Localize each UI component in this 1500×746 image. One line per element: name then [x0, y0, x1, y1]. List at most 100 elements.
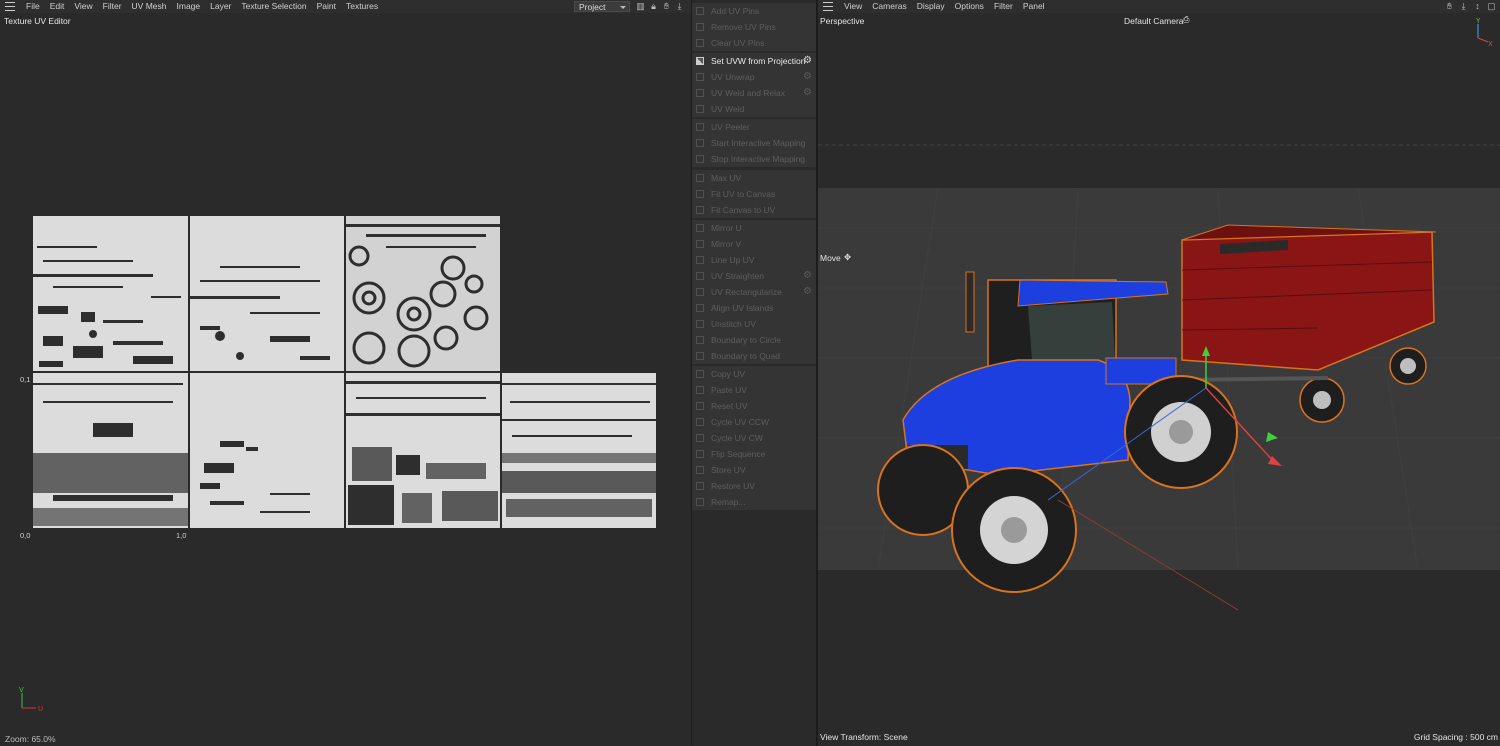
menu-paint[interactable]: Paint: [312, 0, 341, 13]
menu-display[interactable]: Display: [912, 0, 950, 13]
uv-menu-items: File Edit View Filter UV Mesh Image Layer Textu…: [21, 0, 383, 13]
command-group: UV Peeler Start Interactive Mapping Stop I…: [692, 119, 816, 167]
command-label: Paste UV: [711, 385, 747, 395]
command-align-uv-islands[interactable]: Align UV Islands: [692, 300, 816, 316]
command-uv-rectangularize[interactable]: UV Rectangularize ⚙: [692, 284, 816, 300]
gear-icon[interactable]: ⚙: [803, 287, 813, 297]
command-cycle-uv-ccw[interactable]: Cycle UV CCW: [692, 414, 816, 430]
command-icon: [696, 434, 704, 442]
command-uv-unwrap[interactable]: UV Unwrap ⚙: [692, 69, 816, 85]
menu-view[interactable]: View: [69, 0, 97, 13]
command-flip-sequence[interactable]: Flip Sequence: [692, 446, 816, 462]
command-unstitch-uv[interactable]: Unstitch UV: [692, 316, 816, 332]
uv-islands: [346, 224, 500, 368]
command-remap[interactable]: Remap...: [692, 494, 816, 510]
command-reset-uv[interactable]: Reset UV: [692, 398, 816, 414]
command-uv-weld[interactable]: UV Weld: [692, 101, 816, 117]
command-icon: [696, 39, 704, 47]
command-uv-straighten[interactable]: UV Straighten ⚙: [692, 268, 816, 284]
command-label: Mirror U: [711, 223, 742, 233]
command-remove-uv-pins[interactable]: Remove UV Pins: [692, 19, 816, 35]
command-store-uv[interactable]: Store UV: [692, 462, 816, 478]
command-uv-weld-and-relax[interactable]: UV Weld and Relax ⚙: [692, 85, 816, 101]
command-group: Add UV Pins Remove UV Pins Clear UV Pins: [692, 3, 816, 51]
camera-label[interactable]: Default Camera: [1124, 16, 1184, 26]
lock-icon[interactable]: 🔒︎: [649, 1, 658, 11]
command-start-interactive-mapping[interactable]: Start Interactive Mapping: [692, 135, 816, 151]
uv-islands: [502, 383, 656, 517]
uv-tile: [33, 216, 188, 371]
menu-uv-mesh[interactable]: UV Mesh: [127, 0, 172, 13]
app-window: File Edit View Filter UV Mesh Image Layer Textu…: [0, 0, 1500, 746]
command-icon: [696, 57, 704, 65]
camera-icon[interactable]: ⎙: [1183, 15, 1189, 25]
command-group: Copy UV Paste UV Reset UV Cycle UV CCW Cycle…: [692, 366, 816, 510]
command-icon: [696, 123, 704, 131]
command-fit-uv-to-canvas[interactable]: Fit UV to Canvas: [692, 186, 816, 202]
chart-icon[interactable]: ▥: [636, 1, 645, 11]
command-clear-uv-pins[interactable]: Clear UV Pins: [692, 35, 816, 51]
command-copy-uv[interactable]: Copy UV: [692, 366, 816, 382]
project-select[interactable]: Project: [574, 1, 630, 12]
command-icon: [696, 206, 704, 214]
command-mirror-u[interactable]: Mirror U: [692, 220, 816, 236]
command-icon: [696, 272, 704, 280]
gear-icon[interactable]: ⚙: [803, 56, 813, 66]
command-icon: [696, 139, 704, 147]
command-line-up-uv[interactable]: Line Up UV: [692, 252, 816, 268]
move-view-icon[interactable]: ⤓: [1459, 1, 1468, 11]
command-add-uv-pins[interactable]: Add UV Pins: [692, 3, 816, 19]
gear-icon[interactable]: ⚙: [803, 88, 813, 98]
uv-label-origin: 0,0: [20, 531, 31, 540]
menu-edit[interactable]: Edit: [45, 0, 70, 13]
uv-editor-panel: File Edit View Filter UV Mesh Image Layer Textu…: [0, 0, 691, 746]
uv-tile: [190, 373, 344, 528]
menu-texture-selection[interactable]: Texture Selection: [236, 0, 311, 13]
command-restore-uv[interactable]: Restore UV: [692, 478, 816, 494]
command-uv-peeler[interactable]: UV Peeler: [692, 119, 816, 135]
menu-filter[interactable]: Filter: [98, 0, 127, 13]
hand-icon[interactable]: ✋︎: [662, 1, 671, 11]
menu-cameras[interactable]: Cameras: [867, 0, 911, 13]
menu-image[interactable]: Image: [172, 0, 206, 13]
command-label: Fit UV to Canvas: [711, 189, 776, 199]
command-label: Line Up UV: [711, 255, 755, 265]
menu-textures[interactable]: Textures: [341, 0, 383, 13]
menu-options[interactable]: Options: [950, 0, 989, 13]
uv-commands-palette: Add UV Pins Remove UV Pins Clear UV Pins Se…: [692, 0, 816, 746]
hand-icon[interactable]: ✋︎: [1445, 1, 1454, 11]
command-boundary-to-quad[interactable]: Boundary to Quad: [692, 348, 816, 364]
menu-file[interactable]: File: [21, 0, 45, 13]
command-label: Copy UV: [711, 369, 746, 379]
command-label: Reset UV: [711, 401, 748, 411]
command-icon: [696, 336, 704, 344]
download-arrow-icon[interactable]: ⤓: [675, 1, 684, 11]
command-stop-interactive-mapping[interactable]: Stop Interactive Mapping: [692, 151, 816, 167]
menu-layer[interactable]: Layer: [205, 0, 236, 13]
menu-filter[interactable]: Filter: [989, 0, 1018, 13]
command-icon: [696, 352, 704, 360]
command-label: UV Unwrap: [711, 72, 755, 82]
menu-icon[interactable]: [5, 2, 15, 11]
command-icon: [696, 155, 704, 163]
menu-icon[interactable]: [823, 2, 833, 11]
tractor-trailer-model[interactable]: [848, 210, 1468, 620]
menu-panel[interactable]: Panel: [1018, 0, 1050, 13]
zoom-view-icon[interactable]: ↕: [1473, 1, 1482, 11]
command-mirror-v[interactable]: Mirror V: [692, 236, 816, 252]
command-set-uvw-from-projection[interactable]: Set UVW from Projection ⚙: [692, 53, 816, 69]
command-boundary-to-circle[interactable]: Boundary to Circle: [692, 332, 816, 348]
gear-icon[interactable]: ⚙: [803, 271, 813, 281]
command-paste-uv[interactable]: Paste UV: [692, 382, 816, 398]
command-fit-canvas-to-uv[interactable]: Fit Canvas to UV: [692, 202, 816, 218]
command-cycle-uv-cw[interactable]: Cycle UV CW: [692, 430, 816, 446]
gear-icon[interactable]: ⚙: [803, 72, 813, 82]
uv-label-u1: 1,0: [176, 531, 187, 540]
menu-view[interactable]: View: [839, 0, 867, 13]
command-label: UV Peeler: [711, 122, 750, 132]
command-label: Clear UV Pins: [711, 38, 765, 48]
maximize-icon[interactable]: ▢: [1487, 1, 1496, 11]
command-label: UV Weld and Relax: [711, 88, 786, 98]
viewport-menu-items: View Cameras Display Options Filter Panel: [839, 0, 1050, 13]
command-max-uv[interactable]: Max UV: [692, 170, 816, 186]
